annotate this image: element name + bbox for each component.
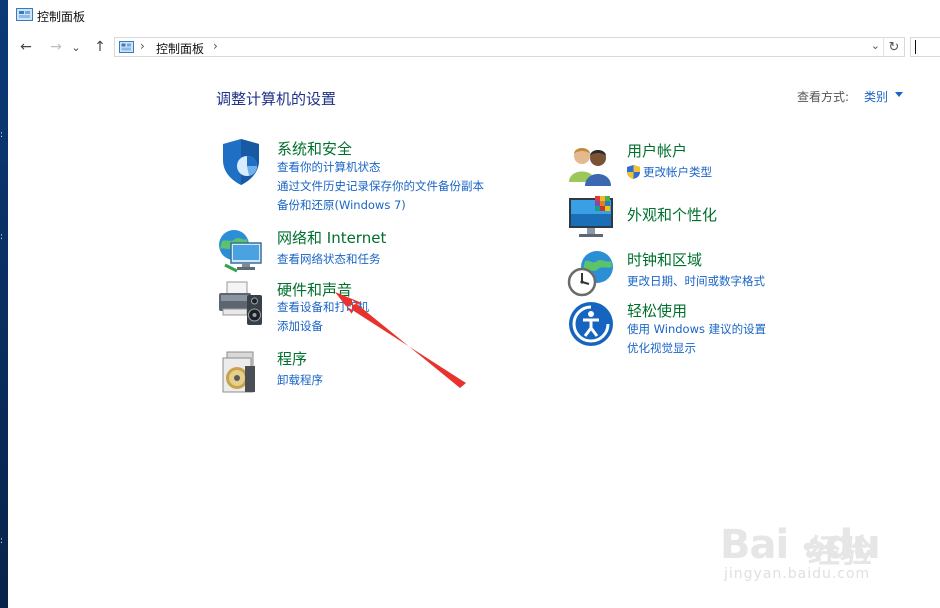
text-caret: [915, 40, 916, 54]
forward-arrow-icon: →: [50, 39, 62, 55]
view-by-caret-icon[interactable]: [895, 92, 903, 97]
view-by-dropdown[interactable]: 类别: [864, 88, 888, 105]
printer-speaker-icon[interactable]: [217, 279, 265, 327]
navigation-bar: ← → ⌄ ↑ › 控制面板 › ⌄ ↻: [8, 31, 940, 63]
programs-disc-icon[interactable]: [217, 348, 265, 396]
link-change-account-type-label: 更改帐户类型: [643, 165, 712, 179]
breadcrumb-separator[interactable]: ›: [213, 39, 218, 53]
category-hardware-sound: 硬件和声音 查看设备和打印机 添加设备: [217, 279, 517, 337]
link-windows-recommended-settings[interactable]: 使用 Windows 建议的设置: [627, 321, 766, 337]
title-bar: 控制面板: [8, 0, 940, 31]
category-title-appearance[interactable]: 外观和个性化: [627, 204, 717, 225]
page-heading: 调整计算机的设置: [216, 90, 337, 108]
control-panel-small-icon: [119, 41, 134, 53]
user-accounts-icon[interactable]: [567, 140, 615, 188]
back-button[interactable]: ←: [16, 37, 36, 57]
category-system-security: 系统和安全 查看你的计算机状态 通过文件历史记录保存你的文件备份副本 备份和还原…: [217, 138, 517, 216]
forward-button[interactable]: →: [46, 37, 66, 57]
up-arrow-icon: ↑: [94, 39, 106, 55]
link-uninstall-program[interactable]: 卸载程序: [277, 372, 323, 388]
breadcrumb-separator: ›: [140, 39, 145, 53]
view-by-label: 查看方式:: [797, 90, 850, 104]
refresh-icon: ↻: [888, 39, 900, 55]
link-view-computer-status[interactable]: 查看你的计算机状态: [277, 159, 381, 175]
category-title-programs[interactable]: 程序: [277, 348, 307, 369]
breadcrumb-control-panel[interactable]: 控制面板: [156, 40, 204, 57]
category-title-system-security[interactable]: 系统和安全: [277, 138, 352, 159]
category-title-clock-region[interactable]: 时钟和区域: [627, 249, 702, 270]
link-view-network-status[interactable]: 查看网络状态和任务: [277, 251, 381, 267]
category-title-ease-of-access[interactable]: 轻松使用: [627, 300, 687, 321]
chevron-down-icon: ⌄: [71, 40, 81, 54]
ease-of-access-icon[interactable]: [567, 300, 615, 348]
link-change-account-type[interactable]: 更改帐户类型: [627, 164, 712, 180]
refresh-button[interactable]: ↻: [883, 37, 904, 57]
link-add-device[interactable]: 添加设备: [277, 318, 323, 334]
category-title-network-internet[interactable]: 网络和 Internet: [277, 227, 386, 248]
desktop-background-strip: : : :: [0, 0, 8, 608]
category-ease-of-access: 轻松使用 使用 Windows 建议的设置 优化视觉显示: [567, 300, 867, 358]
recent-locations-button[interactable]: ⌄: [70, 37, 82, 57]
category-clock-region: 时钟和区域 更改日期、时间或数字格式: [567, 249, 867, 297]
link-view-devices-printers[interactable]: 查看设备和打印机: [277, 299, 369, 315]
uac-shield-icon: [627, 165, 640, 179]
clock-globe-icon[interactable]: [567, 249, 615, 297]
network-globe-icon[interactable]: [217, 227, 265, 275]
category-title-user-accounts[interactable]: 用户帐户: [627, 140, 687, 161]
link-file-history-backup[interactable]: 通过文件历史记录保存你的文件备份副本: [277, 178, 484, 194]
address-bar[interactable]: › 控制面板 › ⌄ ↻: [114, 37, 905, 57]
baidu-jingyan-watermark: Bai ✿du 经验 jingyan.baidu.com: [720, 506, 910, 586]
link-optimize-visual-display[interactable]: 优化视觉显示: [627, 340, 696, 356]
address-dropdown-icon[interactable]: ⌄: [871, 39, 880, 52]
window-title: 控制面板: [37, 10, 86, 24]
up-button[interactable]: ↑: [90, 37, 110, 57]
search-input[interactable]: [910, 37, 940, 57]
link-change-date-time-format[interactable]: 更改日期、时间或数字格式: [627, 273, 765, 289]
back-arrow-icon: ←: [20, 39, 32, 55]
category-network-internet: 网络和 Internet 查看网络状态和任务: [217, 227, 517, 273]
monitor-palette-icon[interactable]: [567, 194, 615, 242]
shield-security-icon[interactable]: [217, 138, 265, 186]
category-user-accounts: 用户帐户 更改帐户类型: [567, 140, 867, 186]
category-appearance-personalization: 外观和个性化: [567, 194, 867, 242]
control-panel-app-icon: [16, 8, 33, 21]
link-backup-restore[interactable]: 备份和还原(Windows 7): [277, 197, 406, 213]
category-title-hardware-sound[interactable]: 硬件和声音: [277, 279, 352, 300]
category-programs: 程序 卸载程序: [217, 348, 517, 394]
watermark-url: jingyan.baidu.com: [724, 566, 871, 582]
